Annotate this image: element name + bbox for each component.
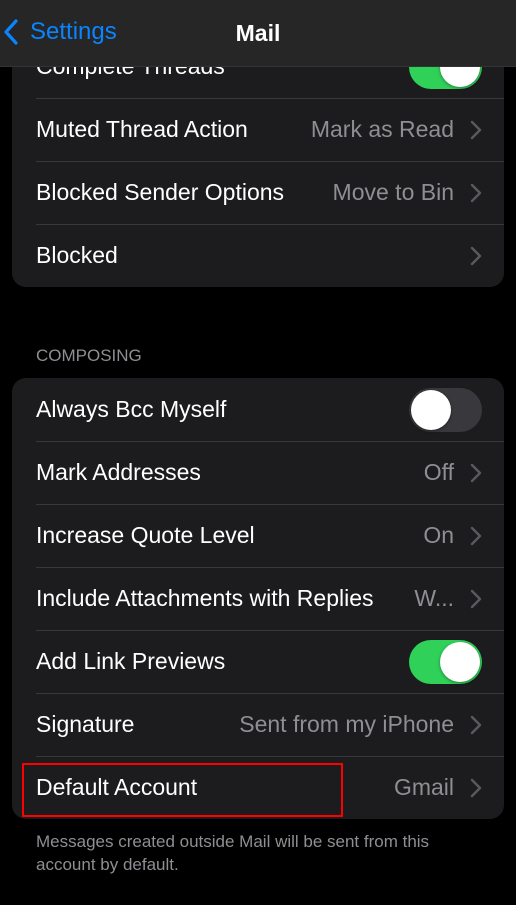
row-label: Signature (36, 711, 135, 737)
threading-card: Complete Threads Muted Thread Action Mar… (12, 35, 504, 287)
section-footer-composing: Messages created outside Mail will be se… (36, 832, 430, 874)
chevron-right-icon (470, 526, 482, 545)
row-always-bcc-myself: Always Bcc Myself (12, 378, 504, 441)
section-header-composing: COMPOSING (36, 346, 142, 365)
row-label: Increase Quote Level (36, 522, 255, 548)
row-label: Add Link Previews (36, 648, 226, 674)
row-label: Blocked Sender Options (36, 179, 285, 205)
row-label: Blocked (36, 242, 118, 268)
row-default-account[interactable]: Default Account Gmail (12, 756, 504, 819)
row-label: Always Bcc Myself (36, 396, 227, 422)
row-value: Mark as Read (310, 116, 454, 142)
row-blocked-sender-options[interactable]: Blocked Sender Options Move to Bin (12, 161, 504, 224)
row-mark-addresses[interactable]: Mark Addresses Off (12, 441, 504, 504)
navigation-bar: Settings Mail (0, 0, 516, 67)
chevron-right-icon (470, 246, 482, 265)
row-value: W... (414, 585, 454, 611)
row-value: Off (423, 459, 454, 485)
chevron-right-icon (470, 183, 482, 202)
row-increase-quote-level[interactable]: Increase Quote Level On (12, 504, 504, 567)
row-signature[interactable]: Signature Sent from my iPhone (12, 693, 504, 756)
chevron-right-icon (470, 715, 482, 734)
add-link-previews-toggle[interactable] (409, 639, 482, 684)
chevron-right-icon (470, 589, 482, 608)
row-value: Gmail (393, 774, 454, 800)
always-bcc-toggle[interactable] (409, 387, 482, 432)
row-label: Include Attachments with Replies (36, 585, 374, 611)
composing-card: Always Bcc Myself Mark Addresses Off Inc… (12, 378, 504, 819)
row-add-link-previews: Add Link Previews (12, 630, 504, 693)
row-label: Default Account (36, 774, 198, 800)
chevron-right-icon (470, 463, 482, 482)
row-value: On (423, 522, 454, 548)
row-label: Muted Thread Action (36, 116, 248, 142)
row-include-attachments[interactable]: Include Attachments with Replies W... (12, 567, 504, 630)
row-muted-thread-action[interactable]: Muted Thread Action Mark as Read (12, 98, 504, 161)
row-label: Mark Addresses (36, 459, 201, 485)
toggle-knob (440, 641, 480, 682)
chevron-right-icon (470, 120, 482, 139)
row-value: Move to Bin (332, 179, 454, 205)
page-title: Mail (235, 20, 281, 46)
row-blocked[interactable]: Blocked (12, 224, 504, 287)
chevron-right-icon (470, 778, 482, 797)
toggle-knob (411, 389, 451, 430)
row-value: Sent from my iPhone (239, 711, 454, 737)
